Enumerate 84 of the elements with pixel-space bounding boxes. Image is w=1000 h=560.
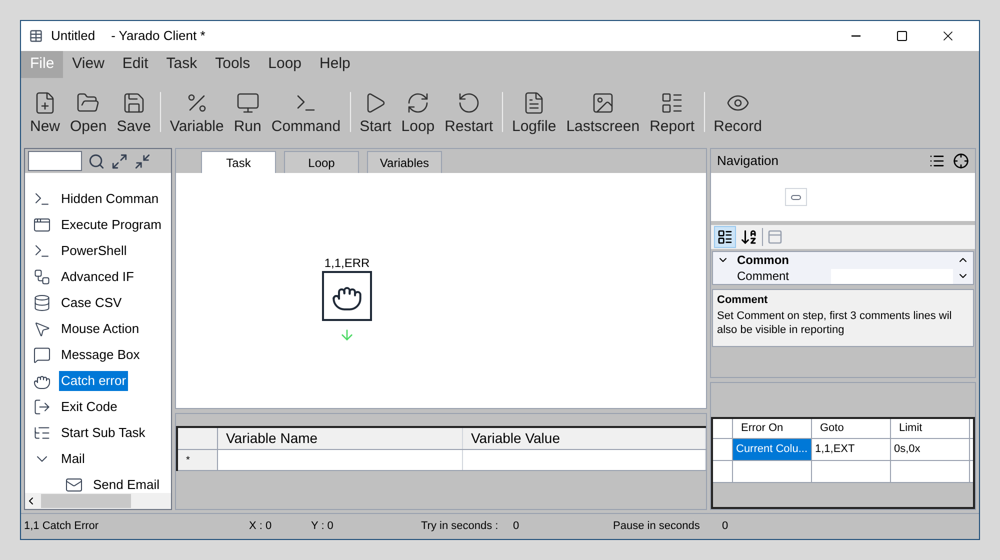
toolbar-button[interactable]: Open	[65, 82, 112, 142]
menu-item[interactable]: View	[63, 51, 114, 78]
app-name: - Yarado Client *	[111, 27, 206, 46]
property-value-field[interactable]	[831, 268, 953, 284]
column-header[interactable]: Variable Name	[218, 428, 463, 449]
tool-item[interactable]: Case CSV	[59, 293, 124, 313]
toolbar-button[interactable]: Record	[708, 82, 767, 142]
category-label: Common	[737, 252, 789, 269]
toolbar-button[interactable]: Variable	[164, 82, 229, 142]
column-header[interactable]: Error On	[733, 419, 812, 438]
table-cell[interactable]: Current Colu...	[733, 439, 812, 460]
status-text: Try in seconds :	[421, 519, 500, 534]
toolbar-button[interactable]: Restart	[440, 82, 498, 142]
table-cell[interactable]: 0s,0x	[891, 439, 970, 460]
cycle-icon	[406, 90, 430, 114]
tool-item[interactable]: Send Email	[91, 475, 162, 493]
mini-step-drawing	[785, 188, 807, 206]
toolbar-button[interactable]: Logfile	[507, 82, 562, 142]
step-node[interactable]	[322, 271, 372, 321]
image-icon	[590, 90, 615, 114]
toolbar-button[interactable]: Lastscreen	[561, 82, 645, 142]
toolbar-button[interactable]: Command	[266, 82, 346, 142]
status-text: 0	[513, 519, 520, 534]
tool-item[interactable]: Hidden Comman	[59, 189, 161, 209]
tool-item[interactable]: Exit Code	[59, 397, 120, 417]
status-text: Y : 0	[311, 519, 334, 534]
toolbar-button[interactable]: New	[25, 82, 66, 142]
tool-item[interactable]: Mouse Action	[59, 319, 142, 339]
down-arrow-icon	[339, 327, 355, 343]
branch-icon	[33, 268, 51, 286]
database-icon	[33, 294, 51, 312]
status-text: Pause in seconds	[613, 519, 701, 534]
list-icon[interactable]	[929, 153, 945, 169]
folder-icon	[76, 90, 100, 114]
tool-item[interactable]: Start Sub Task	[59, 423, 148, 443]
pointer-icon	[33, 320, 51, 338]
search-field[interactable]	[28, 151, 82, 171]
toolbar-button[interactable]: Start	[354, 82, 396, 142]
tool-item[interactable]: Message Box	[59, 345, 142, 365]
exit-icon	[33, 398, 51, 416]
target-icon[interactable]	[953, 153, 969, 169]
report-icon	[660, 90, 684, 114]
tool-item[interactable]: Advanced IF	[59, 267, 136, 287]
horizontal-scrollbar[interactable]	[25, 493, 171, 509]
new-row-marker: *	[186, 454, 190, 468]
sort-az-icon[interactable]	[740, 228, 758, 246]
step-label: 1,1,ERR	[324, 257, 370, 269]
window-title: Untitled	[51, 27, 96, 46]
column-header[interactable]: Limit	[891, 419, 970, 438]
restart-icon	[456, 90, 481, 114]
status-text: 0	[722, 519, 728, 534]
status-text: 1,1 Catch Error	[24, 519, 100, 534]
mail-icon	[65, 476, 83, 493]
message-icon	[33, 346, 51, 364]
toolbar-button[interactable]: Report	[644, 82, 700, 142]
tab[interactable]: Variables	[367, 151, 442, 173]
save-icon	[122, 90, 146, 114]
description-title: Comment	[717, 293, 769, 308]
status-text: X : 0	[249, 519, 273, 534]
categorized-icon[interactable]	[717, 229, 733, 245]
toolbar-button[interactable]: Loop	[396, 82, 440, 142]
maximize-icon[interactable]	[896, 30, 908, 42]
expand-icon[interactable]	[111, 152, 128, 170]
menu-item[interactable]: Help	[310, 51, 360, 78]
menu-item[interactable]: Task	[157, 51, 206, 78]
tool-item[interactable]: PowerShell	[59, 241, 129, 261]
panel-title: Navigation	[717, 152, 778, 170]
tab[interactable]: Loop	[284, 151, 359, 173]
menu-item[interactable]: Tools	[206, 51, 260, 78]
toolbar-button[interactable]: Save	[112, 82, 156, 142]
tool-item[interactable]: Mail	[59, 449, 87, 469]
column-header[interactable]: Variable Value	[463, 428, 706, 449]
tool-item[interactable]: Execute Program	[59, 215, 164, 235]
description-text: Set Comment on step, first 3 comments lines wil also be visible in reporting	[717, 308, 953, 336]
toolbar-button[interactable]: Run	[228, 82, 266, 142]
property-name: Comment	[737, 268, 790, 285]
column-header[interactable]: Goto	[812, 419, 891, 438]
search-icon[interactable]	[88, 152, 105, 170]
tool-item[interactable]: Catch error	[59, 371, 128, 391]
table-cell[interactable]: 1,1,EXT	[812, 439, 891, 460]
menu-item[interactable]: Loop	[259, 51, 311, 78]
menu-item[interactable]: Edit	[113, 51, 158, 78]
tab[interactable]: Task	[201, 151, 276, 173]
app-icon	[29, 29, 43, 43]
